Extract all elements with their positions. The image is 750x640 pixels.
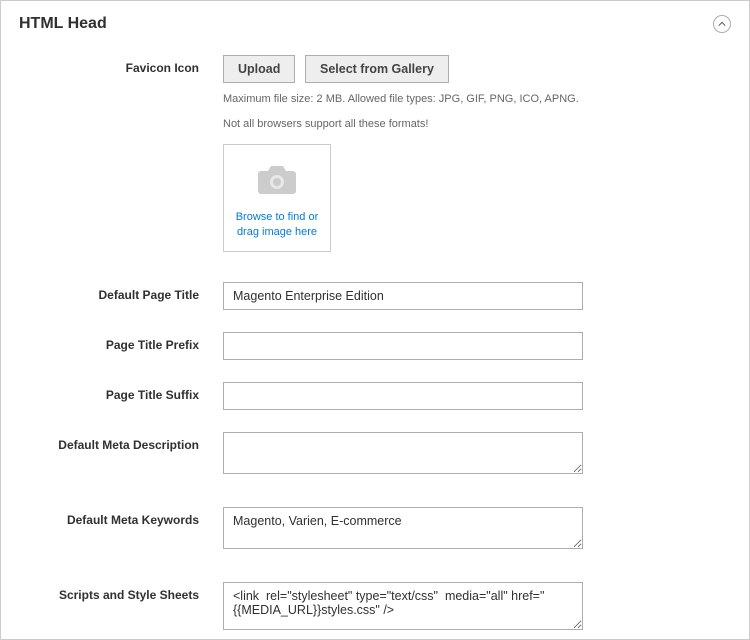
default-meta-keywords-label: Default Meta Keywords — [1, 507, 223, 527]
default-page-title-input[interactable] — [223, 282, 583, 310]
favicon-drop-zone[interactable]: Browse to find or drag image here — [223, 144, 331, 252]
collapse-toggle[interactable] — [713, 15, 731, 33]
browse-link[interactable]: Browse to find or drag image here — [232, 210, 322, 241]
default-page-title-label: Default Page Title — [1, 282, 223, 302]
camera-icon — [257, 163, 297, 197]
favicon-label: Favicon Icon — [1, 55, 223, 75]
favicon-help-size: Maximum file size: 2 MB. Allowed file ty… — [223, 91, 583, 108]
favicon-help-browsers: Not all browsers support all these forma… — [223, 116, 583, 133]
default-meta-description-label: Default Meta Description — [1, 432, 223, 452]
page-title-suffix-input[interactable] — [223, 382, 583, 410]
page-title-prefix-input[interactable] — [223, 332, 583, 360]
upload-button[interactable]: Upload — [223, 55, 295, 83]
scripts-label: Scripts and Style Sheets — [1, 582, 223, 602]
select-from-gallery-button[interactable]: Select from Gallery — [305, 55, 449, 83]
page-title-prefix-label: Page Title Prefix — [1, 332, 223, 352]
scripts-input[interactable]: <link rel="stylesheet" type="text/css" m… — [223, 582, 583, 630]
page-title-suffix-label: Page Title Suffix — [1, 382, 223, 402]
default-meta-keywords-input[interactable]: Magento, Varien, E-commerce — [223, 507, 583, 549]
panel-title: HTML Head — [19, 15, 107, 33]
default-meta-description-input[interactable] — [223, 432, 583, 474]
chevron-up-icon — [718, 21, 726, 27]
